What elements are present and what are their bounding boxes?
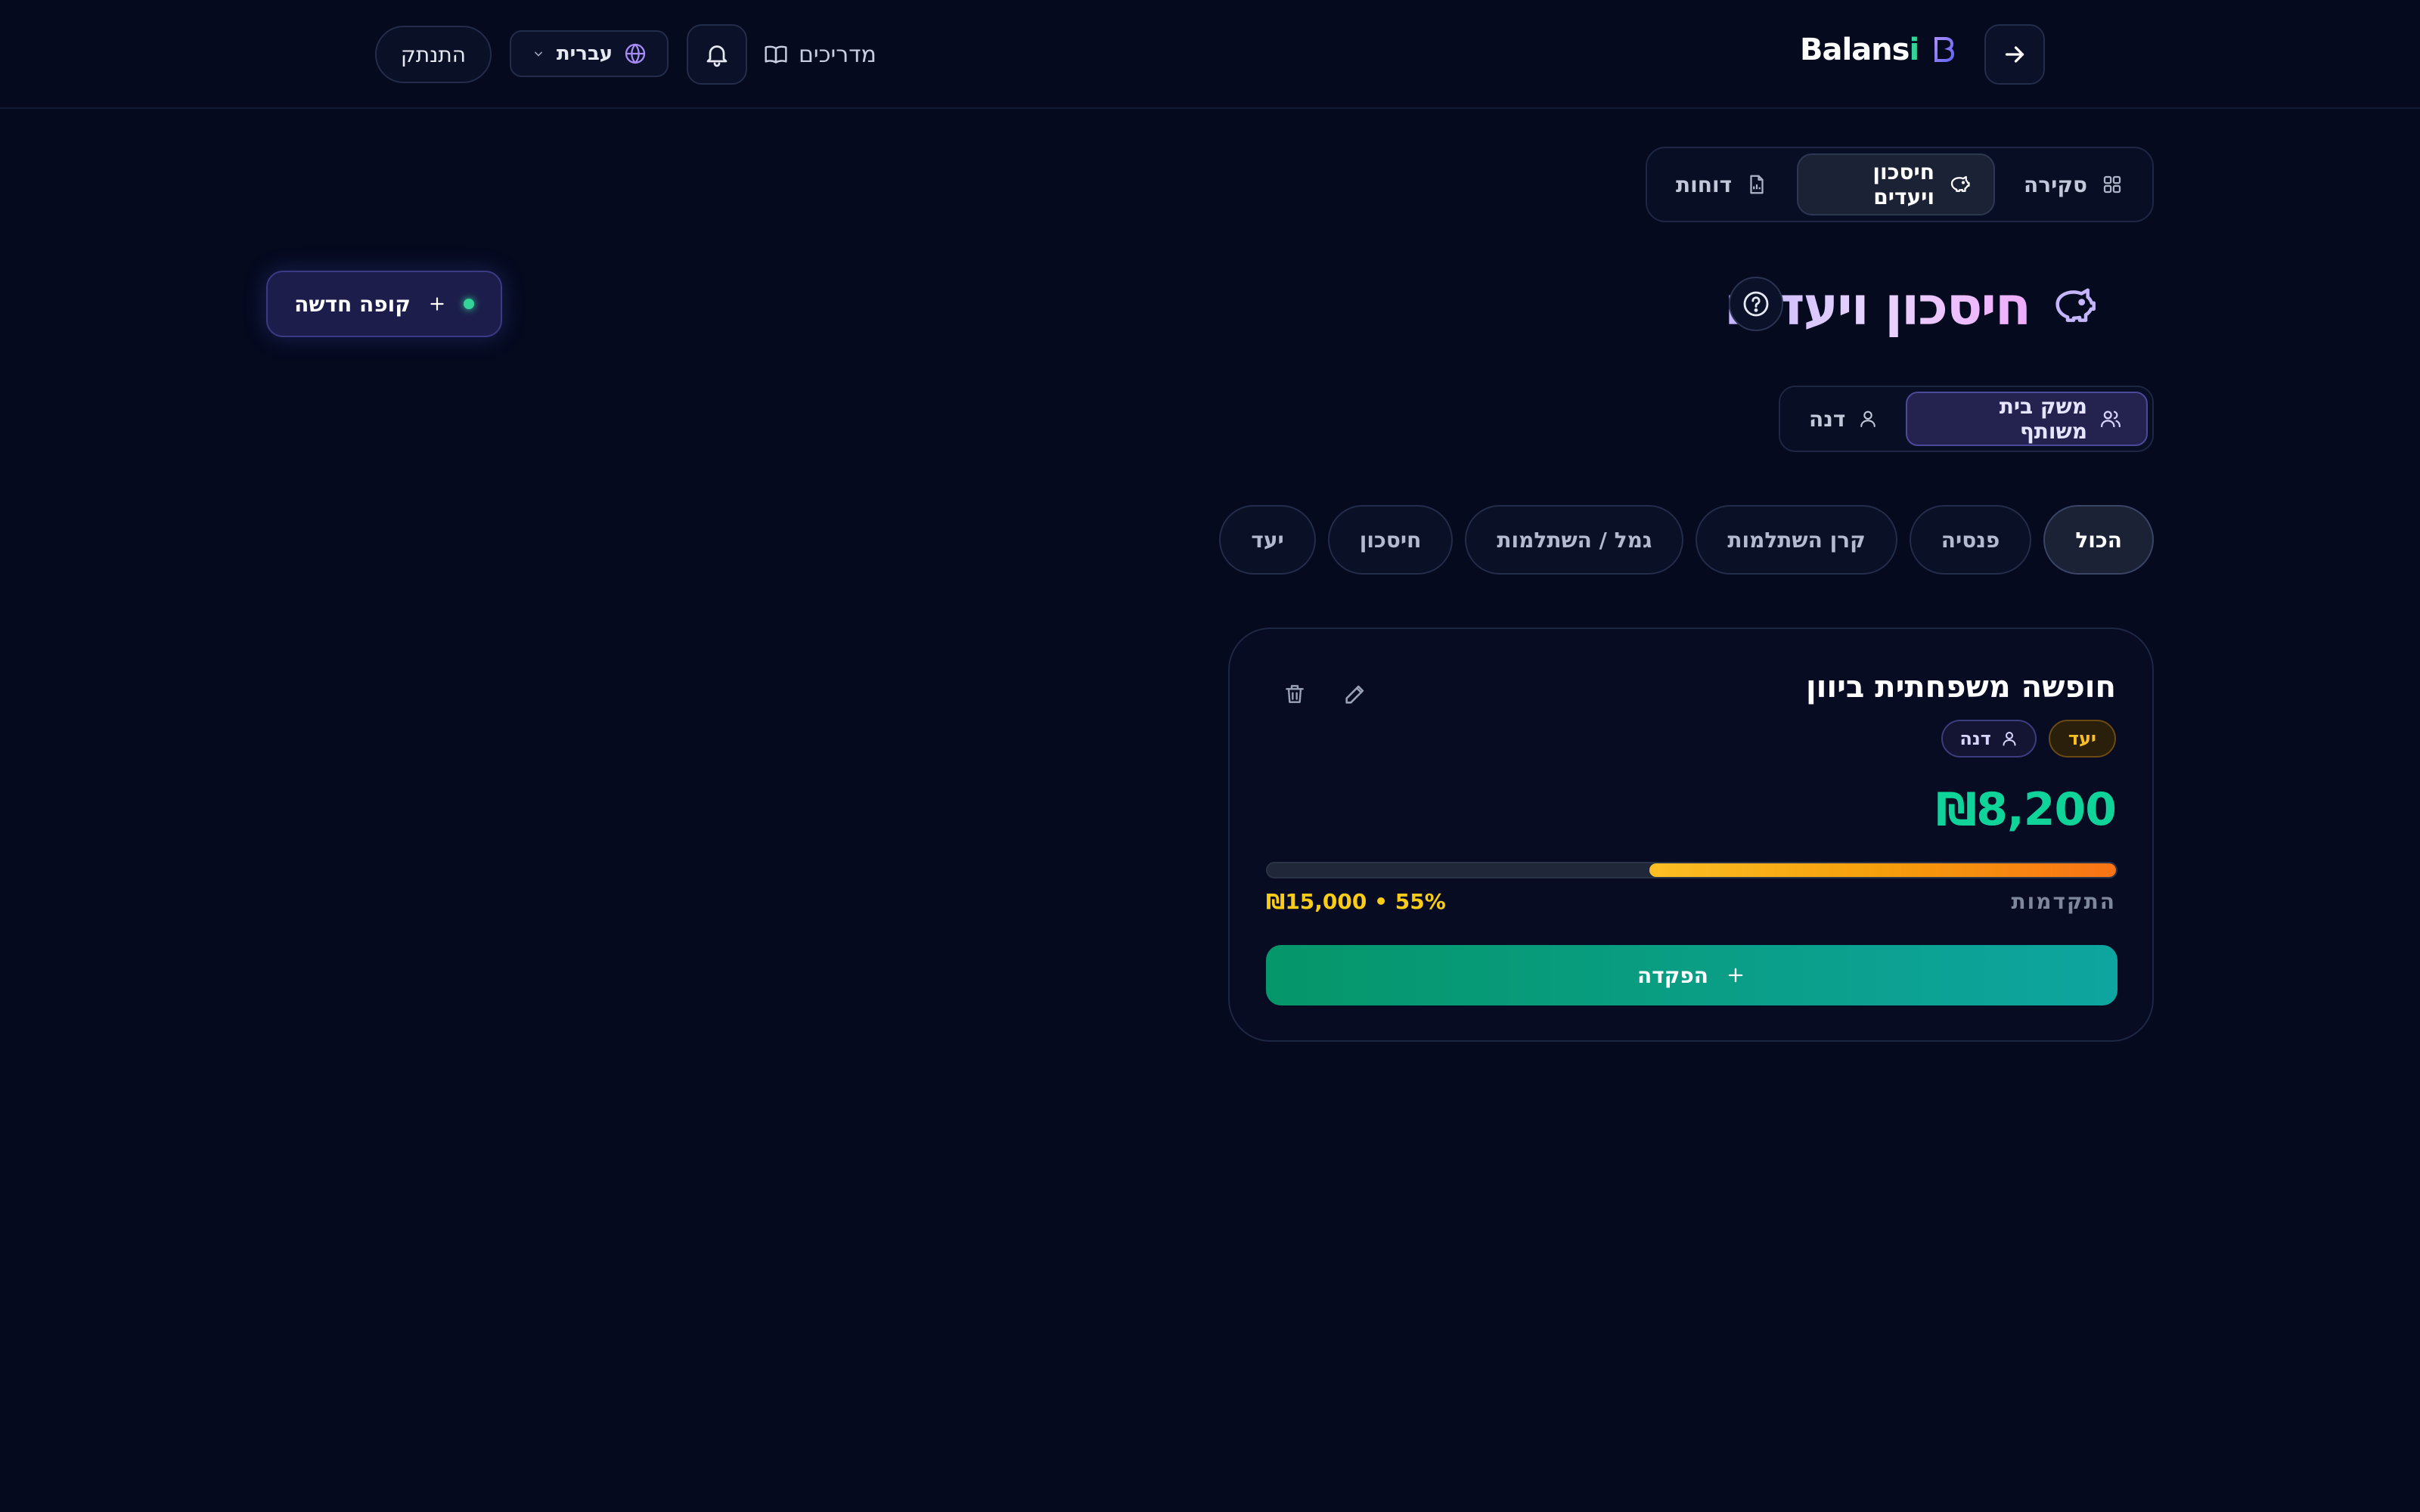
category-all[interactable]: הכול	[2043, 505, 2154, 575]
logout-label: התנתק	[400, 42, 467, 67]
guides-label: מדריכים	[799, 41, 876, 68]
category-study-fund[interactable]: קרן השתלמות	[1696, 505, 1897, 575]
language-select[interactable]: עברית	[510, 30, 669, 77]
users-icon	[2099, 407, 2122, 430]
category-provident-fund[interactable]: גמל / השתלמות	[1465, 505, 1684, 575]
tab-overview-label: סקירה	[2024, 172, 2087, 197]
fund-owner-label: דנה	[1959, 728, 1991, 749]
progress-value: ₪15,000 • 55%	[1266, 889, 1446, 914]
plus-icon	[1725, 965, 1746, 986]
fund-badges: יעד דנה	[1941, 720, 2116, 758]
tab-savings-goals-label: חיסכון ויעדים	[1872, 160, 1934, 209]
top-header: Balansi מדריכים עברית התנתק	[0, 0, 2420, 109]
question-circle-icon	[1741, 289, 1771, 319]
piggy-bank-icon	[2049, 282, 2098, 330]
fund-type-badge: יעד	[2048, 720, 2116, 758]
trash-icon	[1283, 682, 1307, 706]
pencil-icon	[1342, 681, 1368, 707]
category-goal[interactable]: יעד	[1219, 505, 1316, 575]
guides-link[interactable]: מדריכים	[764, 33, 876, 76]
category-pension[interactable]: פנסיה	[1909, 505, 2032, 575]
delete-button[interactable]	[1274, 673, 1316, 715]
globe-icon	[623, 42, 647, 66]
tab-savings-goals[interactable]: חיסכון ויעדים	[1797, 153, 1995, 215]
back-button[interactable]	[1984, 24, 2045, 85]
category-filter: הכול פנסיה קרן השתלמות גמל / השתלמות חיס…	[1219, 505, 2154, 575]
tab-reports-label: דוחות	[1676, 172, 1733, 197]
category-savings[interactable]: חיסכון	[1327, 505, 1454, 575]
piggy-bank-icon	[1948, 173, 1971, 196]
chevron-down-icon	[531, 46, 546, 61]
progress-bar	[1266, 862, 2118, 878]
main-nav-tabs: סקירה חיסכון ויעדים דוחות	[1646, 147, 2154, 222]
owner-option-dana[interactable]: דנה	[1785, 392, 1903, 446]
progress-label: התקדמות	[2011, 889, 2116, 914]
tab-reports[interactable]: דוחות	[1653, 153, 1791, 215]
notifications-button[interactable]	[687, 24, 747, 85]
user-icon	[2000, 730, 2018, 748]
new-fund-button[interactable]: קופה חדשה	[266, 271, 502, 337]
fund-title: חופשה משפחתית ביוון	[1805, 670, 2116, 705]
brand-logo[interactable]: Balansi	[1800, 27, 1958, 73]
brand-mark-icon	[1928, 35, 1958, 65]
fund-amount: ₪8,200	[1935, 783, 2117, 836]
tab-overview[interactable]: סקירה	[2001, 153, 2146, 215]
book-open-icon	[764, 42, 788, 67]
owner-option-label: דנה	[1809, 406, 1846, 432]
edit-button[interactable]	[1334, 673, 1376, 715]
bell-icon	[703, 41, 731, 68]
status-dot	[463, 299, 474, 309]
owner-option-household[interactable]: משק בית משותף	[1906, 392, 2148, 446]
fund-owner-badge: דנה	[1941, 720, 2037, 758]
arrow-right-icon	[2001, 41, 2028, 68]
new-fund-label: קופה חדשה	[294, 291, 411, 317]
brand-name: Balansi	[1800, 33, 1919, 67]
deposit-label: הפקדה	[1637, 962, 1708, 988]
plus-icon	[427, 294, 447, 314]
progress-fill	[1649, 863, 2116, 877]
grid-icon	[2101, 173, 2124, 196]
owner-filter: משק בית משותף דנה	[1779, 386, 2154, 452]
language-label: עברית	[556, 42, 613, 65]
help-button[interactable]	[1729, 277, 1783, 331]
deposit-button[interactable]: הפקדה	[1266, 945, 2118, 1005]
user-icon	[1857, 408, 1879, 429]
report-file-icon	[1745, 173, 1768, 196]
owner-option-label: משק בית משותף	[1999, 394, 2087, 444]
logout-button[interactable]: התנתק	[375, 26, 492, 83]
fund-card: חופשה משפחתית ביוון יעד דנה ₪8,200 התקדמ…	[1228, 627, 2154, 1042]
